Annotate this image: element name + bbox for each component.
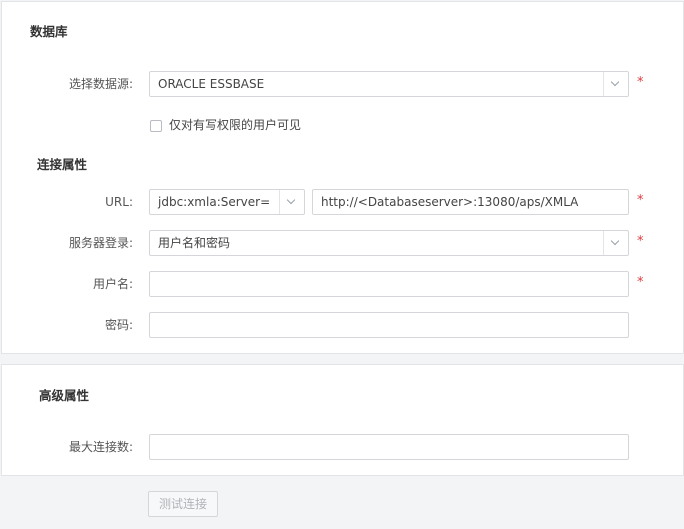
database-panel [1,1,684,354]
server-login-select[interactable]: 用户名和密码 [149,230,629,256]
connection-title: 连接属性 [37,157,88,172]
server-login-label: 服务器登录: [68,236,133,250]
required-marker: * [637,275,644,290]
server-login-value: 用户名和密码 [158,236,231,250]
required-marker: * [637,75,644,90]
username-input[interactable] [149,271,629,297]
test-connection-button[interactable]: 测试连接 [148,491,218,517]
datasource-label: 选择数据源: [68,77,133,91]
chevron-down-icon[interactable] [603,231,628,255]
chevron-down-icon[interactable] [603,72,628,96]
database-title: 数据库 [30,24,68,39]
visibility-checkbox-label: 仅对有写权限的用户可见 [169,118,302,132]
url-label: URL: [105,195,133,209]
url-input[interactable]: http://<Databaseserver>:13080/aps/XMLA [312,189,629,215]
url-prefix-value: jdbc:xmla:Server= [158,195,271,209]
datasource-select[interactable]: ORACLE ESSBASE [149,71,629,97]
password-input[interactable] [149,312,629,338]
advanced-title: 高级属性 [39,388,90,403]
max-connections-label: 最大连接数: [68,440,133,454]
username-label: 用户名: [92,277,133,291]
required-marker: * [637,234,644,249]
required-marker: * [637,193,644,208]
datasource-value: ORACLE ESSBASE [158,77,265,91]
password-label: 密码: [104,318,133,332]
visibility-checkbox[interactable] [150,120,162,132]
chevron-down-icon[interactable] [279,190,304,214]
url-prefix-select[interactable]: jdbc:xmla:Server= [149,189,305,215]
max-connections-input[interactable] [149,434,629,460]
